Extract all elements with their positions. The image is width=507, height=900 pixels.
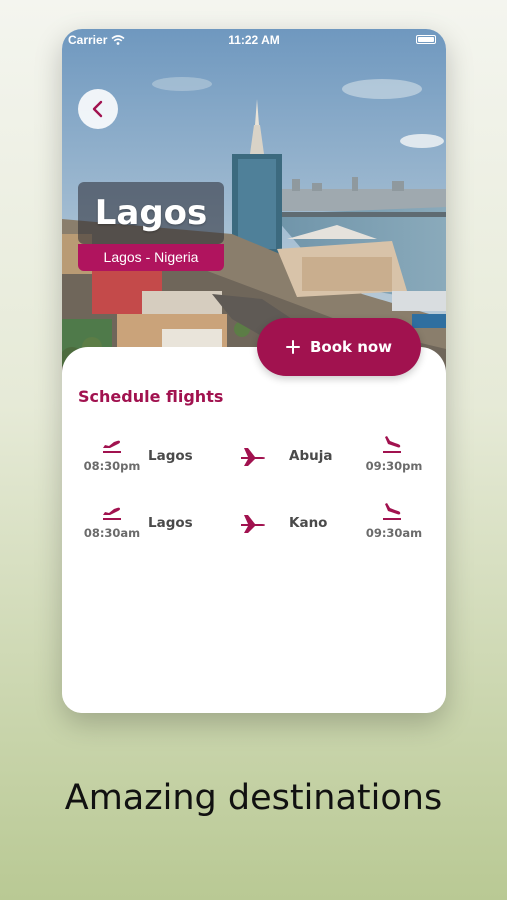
destination-title: Lagos: [94, 193, 208, 233]
flight-row[interactable]: 08:30am Lagos Kano 09:30am: [62, 502, 446, 552]
phone-frame: Carrier 11:22 AM Lagos Lagos - Nigeria S…: [62, 29, 446, 713]
book-now-button[interactable]: Book now: [257, 318, 421, 376]
plane-icon: [241, 515, 265, 533]
flight-row[interactable]: 08:30pm Lagos Abuja 09:30pm: [62, 435, 446, 485]
landing-icon: [383, 436, 401, 453]
takeoff-icon: [103, 507, 121, 520]
chevron-left-icon: [92, 100, 103, 118]
takeoff-icon: [103, 440, 121, 453]
departure-time: 08:30pm: [83, 459, 141, 473]
destination-subtitle: Lagos - Nigeria: [78, 244, 224, 271]
arrival-time: 09:30am: [365, 526, 423, 540]
plane-icon: [241, 448, 265, 466]
destination-city: Abuja: [289, 448, 333, 464]
battery-icon: [416, 35, 436, 44]
book-now-label: Book now: [309, 338, 393, 356]
origin-city: Lagos: [148, 448, 193, 464]
destination-city: Kano: [289, 515, 328, 531]
status-bar: Carrier 11:22 AM: [62, 29, 446, 51]
plus-icon: [285, 340, 300, 354]
back-button[interactable]: [78, 89, 118, 129]
status-time: 11:22 AM: [228, 33, 280, 47]
arrival-time: 09:30pm: [365, 459, 423, 473]
origin-city: Lagos: [148, 515, 193, 531]
landing-icon: [383, 503, 401, 520]
schedule-card: Schedule flights 08:30pm Lagos Abuja 09:…: [62, 347, 446, 713]
schedule-title: Schedule flights: [78, 387, 224, 406]
departure-time: 08:30am: [83, 526, 141, 540]
promo-tagline: Amazing destinations: [64, 778, 443, 818]
